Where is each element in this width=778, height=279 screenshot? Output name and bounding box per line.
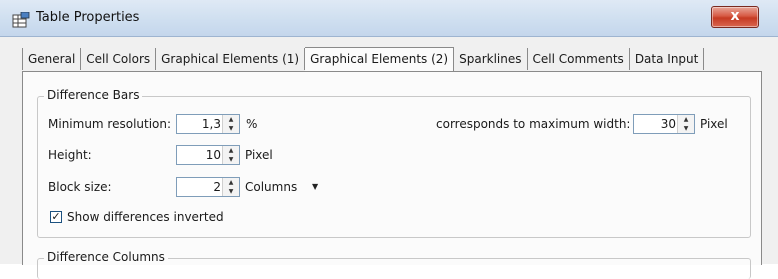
tab-data-input[interactable]: Data Input	[629, 48, 705, 70]
difference-bars-legend: Difference Bars	[44, 88, 143, 102]
spin-down-icon[interactable]: ▼	[678, 124, 694, 133]
max-width-value: 30	[660, 117, 676, 131]
min-resolution-spinner[interactable]: 1,3 ▲ ▼	[176, 114, 240, 134]
spin-up-icon[interactable]: ▲	[223, 115, 239, 124]
tab-general[interactable]: General	[22, 48, 82, 70]
block-size-value: 2	[213, 180, 221, 194]
height-unit: Pixel	[245, 148, 273, 162]
height-value: 10	[205, 148, 221, 162]
table-properties-window: Table Properties x General Cell Colors G…	[0, 0, 778, 279]
max-width-spin-arrows[interactable]: ▲ ▼	[677, 115, 694, 133]
min-resolution-label: Minimum resolution:	[48, 117, 172, 131]
min-resolution-value: 1,3	[201, 117, 221, 131]
min-resolution-unit: %	[246, 117, 258, 131]
height-label: Height:	[48, 148, 92, 162]
tab-cell-comments[interactable]: Cell Comments	[527, 48, 630, 70]
tab-panel: Difference Bars Minimum resolution: 1,3 …	[22, 71, 762, 279]
block-size-label: Block size:	[48, 180, 112, 194]
spin-up-icon[interactable]: ▲	[678, 115, 694, 124]
max-width-unit: Pixel	[700, 117, 728, 131]
min-resolution-spin-arrows[interactable]: ▲ ▼	[222, 115, 239, 133]
spin-up-icon[interactable]: ▲	[223, 146, 239, 155]
block-size-spinner[interactable]: 2 ▲ ▼	[176, 177, 240, 197]
max-width-spinner[interactable]: 30 ▲ ▼	[633, 114, 695, 134]
difference-columns-group: Difference Columns	[37, 250, 751, 279]
table-properties-icon	[12, 12, 30, 28]
checkmark-icon: ✓	[51, 210, 61, 223]
block-size-unit-dropdown[interactable]: Columns	[245, 180, 297, 194]
tab-sparklines[interactable]: Sparklines	[454, 48, 528, 70]
block-size-spin-arrows[interactable]: ▲ ▼	[222, 178, 239, 196]
tab-graphical-elements-1[interactable]: Graphical Elements (1)	[156, 48, 306, 70]
max-width-label: corresponds to maximum width:	[436, 117, 631, 131]
show-inverted-label[interactable]: Show differences inverted	[67, 210, 224, 224]
height-spinner[interactable]: 10 ▲ ▼	[176, 145, 240, 165]
difference-columns-legend: Difference Columns	[44, 250, 168, 264]
tab-strip: General Cell Colors Graphical Elements (…	[22, 47, 705, 72]
close-icon: x	[730, 8, 740, 24]
spin-down-icon[interactable]: ▼	[223, 187, 239, 196]
title-bar[interactable]: Table Properties x	[0, 0, 778, 37]
show-inverted-checkbox[interactable]: ✓	[50, 211, 62, 223]
chevron-down-icon[interactable]: ▼	[312, 182, 318, 191]
tab-cell-colors[interactable]: Cell Colors	[81, 48, 157, 70]
spin-down-icon[interactable]: ▼	[223, 155, 239, 164]
window-title: Table Properties	[36, 10, 140, 25]
spin-down-icon[interactable]: ▼	[223, 124, 239, 133]
spin-up-icon[interactable]: ▲	[223, 178, 239, 187]
height-spin-arrows[interactable]: ▲ ▼	[222, 146, 239, 164]
close-button[interactable]: x	[711, 6, 759, 28]
difference-bars-group: Difference Bars Minimum resolution: 1,3 …	[37, 88, 751, 238]
tab-graphical-elements-2[interactable]: Graphical Elements (2)	[305, 47, 455, 72]
